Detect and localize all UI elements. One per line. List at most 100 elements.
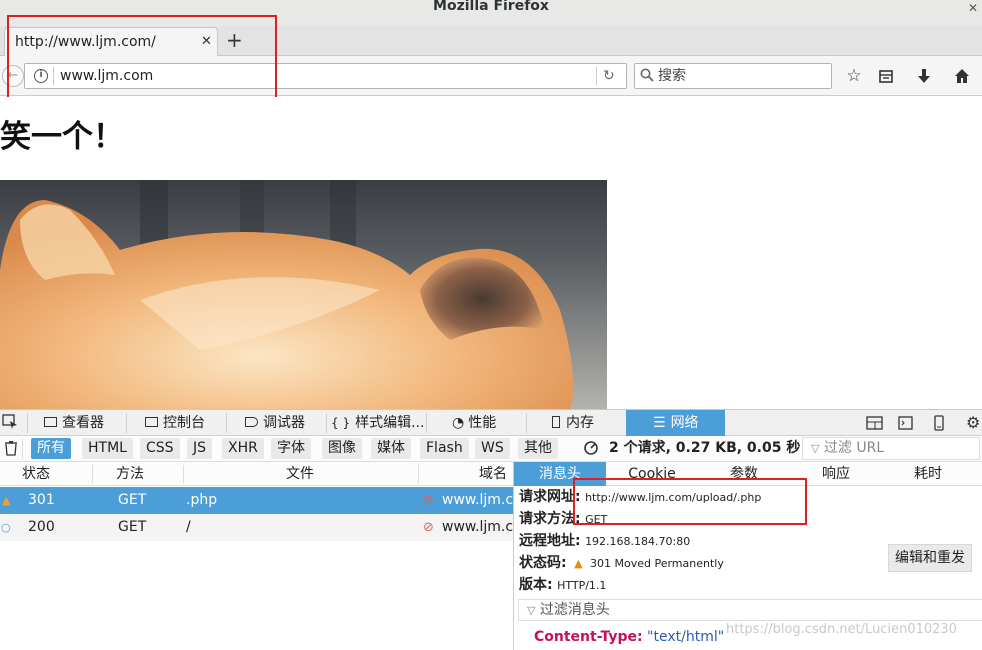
table-row[interactable]: ▲ 301 GET .php ⊘ www.ljm.com <box>0 487 513 514</box>
row-file: .php <box>186 492 218 508</box>
remote-address-line: 远程地址: 192.168.184.70:80 <box>519 530 690 553</box>
status-code-line: 状态码: ▲ 301 Moved Permanently <box>519 552 724 575</box>
devtools-toolbar: 查看器 控制台 调试器 { } 样式编辑... ◔ 性能 内存 ☰ 网络 ⚙ <box>0 409 982 436</box>
header-value: "text/html" <box>647 629 725 645</box>
tab-inspector[interactable]: 查看器 <box>44 410 104 436</box>
filter-xhr[interactable]: XHR <box>222 438 264 459</box>
filter-funnel-icon: ▽ <box>811 442 820 455</box>
memory-icon <box>552 416 560 428</box>
network-filter-bar: 所有 HTML CSS JS XHR 字体 图像 媒体 Flash WS 其他 … <box>0 436 982 462</box>
search-icon <box>640 68 654 82</box>
devtools-divider <box>526 413 527 433</box>
devtools-divider <box>27 413 28 433</box>
remote-address-label: 远程地址: <box>519 533 581 549</box>
column-divider <box>418 465 419 483</box>
window-title: Mozilla Firefox <box>433 0 549 14</box>
responsive-design-icon[interactable] <box>932 415 946 435</box>
request-summary: 2 个请求, 0.27 KB, 0.05 秒 <box>609 440 801 456</box>
column-file[interactable]: 文件 <box>286 462 314 486</box>
reload-icon[interactable]: ↻ <box>603 67 615 85</box>
filter-flash[interactable]: Flash <box>420 438 469 459</box>
annotation-box <box>573 478 807 525</box>
header-filter-input[interactable]: ▽ 过滤消息头 <box>518 599 982 621</box>
row-method: GET <box>118 519 147 535</box>
split-console-icon[interactable] <box>898 415 914 434</box>
devtools-divider <box>426 413 427 433</box>
row-status: 200 <box>28 519 55 535</box>
devtools-divider <box>326 413 327 433</box>
url-divider <box>596 67 597 85</box>
row-file: / <box>186 519 191 535</box>
filter-ws[interactable]: WS <box>475 438 510 459</box>
filter-images[interactable]: 图像 <box>322 438 362 459</box>
window-close-icon[interactable]: ✕ <box>968 2 978 15</box>
search-placeholder: 搜索 <box>658 68 686 84</box>
filter-css[interactable]: CSS <box>140 438 180 459</box>
url-filter-placeholder: 过滤 URL <box>823 440 885 456</box>
console-icon <box>145 417 158 427</box>
style-editor-icon: { } <box>331 416 351 430</box>
request-method-label: 请求方法: <box>519 511 581 527</box>
tab-network[interactable]: ☰ 网络 <box>626 410 725 436</box>
filter-media[interactable]: 媒体 <box>371 438 411 459</box>
column-divider <box>183 465 184 483</box>
row-domain: www.ljm.com <box>442 492 513 508</box>
tab-debugger[interactable]: 调试器 <box>245 410 305 436</box>
download-icon[interactable] <box>911 63 937 89</box>
settings-gear-icon[interactable]: ⚙ <box>966 413 980 432</box>
performance-analysis-icon[interactable] <box>583 440 599 460</box>
devtools-divider <box>126 413 127 433</box>
insecure-connection-icon: ⊘ <box>423 520 434 535</box>
url-filter-input[interactable]: ▽ 过滤 URL <box>802 437 980 460</box>
filter-fonts[interactable]: 字体 <box>271 438 311 459</box>
reading-list-icon[interactable] <box>873 63 899 89</box>
status-code-label: 状态码: <box>519 555 567 571</box>
tab-style-editor[interactable]: { } 样式编辑... <box>331 410 424 436</box>
filter-html[interactable]: HTML <box>82 438 133 459</box>
row-method: GET <box>118 492 147 508</box>
inspector-icon <box>44 417 57 427</box>
table-row[interactable]: ○ 200 GET / ⊘ www.ljm.com <box>0 514 513 541</box>
page-content: 笑一个！ <box>0 97 982 409</box>
page-heading: 笑一个！ <box>0 119 124 155</box>
filter-divider <box>22 439 23 459</box>
debugger-icon <box>245 417 258 427</box>
watermark: https://blog.csdn.net/Lucien010230 <box>726 622 957 637</box>
bookmark-star-icon[interactable]: ☆ <box>841 63 867 89</box>
warning-triangle-icon: ▲ <box>574 557 583 570</box>
dock-side-icon[interactable] <box>866 415 884 434</box>
request-list-header: 状态 方法 文件 域名 <box>0 462 513 486</box>
tab-memory[interactable]: 内存 <box>552 410 594 436</box>
column-divider <box>92 465 93 483</box>
http-version-line: 版本: HTTP/1.1 <box>519 574 606 597</box>
row-domain: www.ljm.com <box>442 519 513 535</box>
tab-timings[interactable]: 耗时 <box>882 462 974 486</box>
request-url-label: 请求网址: <box>519 489 581 505</box>
clear-trash-icon[interactable] <box>4 440 18 460</box>
pick-element-icon[interactable] <box>2 414 18 430</box>
response-header-content-type: Content-Type: "text/html" <box>534 627 724 647</box>
filter-other[interactable]: 其他 <box>518 438 558 459</box>
filter-js[interactable]: JS <box>187 438 213 459</box>
search-bar[interactable]: 搜索 <box>634 63 832 89</box>
home-icon[interactable] <box>949 63 975 89</box>
column-method[interactable]: 方法 <box>116 462 144 486</box>
column-domain[interactable]: 域名 <box>479 462 507 486</box>
header-filter-placeholder: 过滤消息头 <box>539 602 610 618</box>
dog-photo <box>0 180 607 409</box>
status-code-value: 301 Moved Permanently <box>589 557 724 570</box>
filter-funnel-icon: ▽ <box>527 604 536 617</box>
edit-and-resend-button[interactable]: 编辑和重发 <box>888 544 972 572</box>
network-icon: ☰ <box>653 415 666 431</box>
tab-performance[interactable]: ◔ 性能 <box>452 410 496 436</box>
request-list: 状态 方法 文件 域名 ▲ 301 GET .php ⊘ www.ljm.com… <box>0 462 513 650</box>
column-status[interactable]: 状态 <box>22 462 50 486</box>
devtools-divider <box>226 413 227 433</box>
row-status: 301 <box>28 492 55 508</box>
status-circle-icon: ○ <box>1 521 11 534</box>
performance-icon: ◔ <box>452 415 465 431</box>
tab-console[interactable]: 控制台 <box>145 410 205 436</box>
remote-address-value: 192.168.184.70:80 <box>585 535 691 548</box>
insecure-connection-icon: ⊘ <box>423 493 434 508</box>
filter-all[interactable]: 所有 <box>31 438 71 459</box>
